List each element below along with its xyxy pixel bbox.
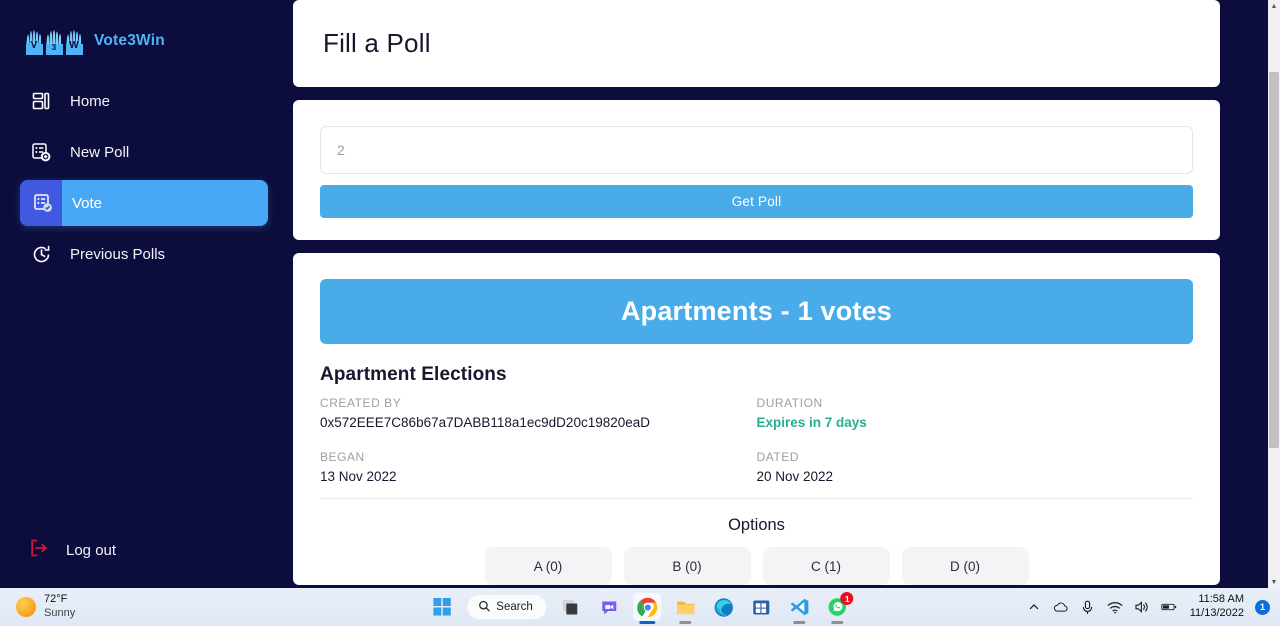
running-indicator xyxy=(831,621,844,624)
sidebar-item-label: Vote xyxy=(72,194,103,212)
brand-name: Vote3Win xyxy=(94,32,165,49)
running-indicator xyxy=(679,621,692,624)
meta-value: 13 Nov 2022 xyxy=(320,469,397,484)
running-indicator xyxy=(793,621,806,624)
task-view-icon[interactable] xyxy=(558,593,586,621)
taskbar-apps: Search 1 xyxy=(428,592,854,624)
page-scrollbar[interactable]: ▲ ▼ xyxy=(1268,0,1280,588)
brand: V 3 W Vote3Win xyxy=(0,0,290,60)
meta-began: BEGAN 13 Nov 2022 xyxy=(320,450,757,484)
get-poll-card: Get Poll xyxy=(293,100,1220,240)
chat-icon[interactable] xyxy=(596,593,624,621)
meta-label: DATED xyxy=(756,450,800,464)
microphone-icon[interactable] xyxy=(1080,599,1096,615)
svg-text:W: W xyxy=(69,40,79,51)
taskbar-search-label: Search xyxy=(496,601,533,613)
desktop-screen: V 3 W Vote3Win Home New Poll Vote Previo… xyxy=(0,0,1280,626)
option-button-b[interactable]: B (0) xyxy=(623,547,751,585)
wifi-icon[interactable] xyxy=(1107,599,1123,615)
meta-value: 20 Nov 2022 xyxy=(756,469,834,484)
meta-duration: DURATION Expires in 7 days xyxy=(757,396,1194,430)
sidebar-nav: Home New Poll Vote Previous Polls xyxy=(0,78,290,277)
sun-icon xyxy=(16,597,36,617)
dashboard-icon xyxy=(28,88,54,114)
meta-label: BEGAN xyxy=(320,450,365,464)
taskbar-clock[interactable]: 11:58 AM 11/13/2022 xyxy=(1190,593,1244,621)
meta-dated: DATED 20 Nov 2022 xyxy=(757,450,1194,484)
battery-icon[interactable] xyxy=(1161,599,1177,615)
option-button-c[interactable]: C (1) xyxy=(762,547,890,585)
vscode-icon[interactable] xyxy=(786,593,814,624)
sidebar-item-vote[interactable]: Vote xyxy=(20,180,268,226)
system-tray: 11:58 AM 11/13/2022 1 xyxy=(1026,588,1280,626)
vote3win-logo-icon: V 3 W xyxy=(24,26,86,56)
form-plus-icon xyxy=(28,139,54,165)
main-content: Fill a Poll Get Poll Apartments - 1 vote… xyxy=(290,0,1268,588)
sidebar: V 3 W Vote3Win Home New Poll Vote Previo… xyxy=(0,0,290,588)
running-indicator xyxy=(639,621,656,624)
get-poll-button[interactable]: Get Poll xyxy=(320,185,1193,218)
page-header-card: Fill a Poll xyxy=(293,0,1220,87)
option-button-d[interactable]: D (0) xyxy=(901,547,1029,585)
clock-history-icon xyxy=(28,241,54,267)
sidebar-item-label: Previous Polls xyxy=(70,245,166,263)
edge-icon[interactable] xyxy=(710,593,738,621)
start-icon[interactable] xyxy=(428,593,456,621)
file-explorer-icon[interactable] xyxy=(672,593,700,624)
form-check-icon xyxy=(30,190,56,216)
svg-text:3: 3 xyxy=(52,43,57,52)
scroll-up-arrow-icon[interactable]: ▲ xyxy=(1268,0,1280,12)
clock-time: 11:58 AM xyxy=(1198,593,1244,606)
microsoft-store-icon[interactable] xyxy=(748,593,776,621)
meta-created-by: CREATED BY 0x572EEE7C86b67a7DABB118a1ec9… xyxy=(320,396,757,430)
poll-meta-grid: CREATED BY 0x572EEE7C86b67a7DABB118a1ec9… xyxy=(320,396,1193,499)
weather-text: 72°F Sunny xyxy=(44,593,75,621)
poll-details-card: Apartments - 1 votes Apartment Elections… xyxy=(293,253,1220,585)
sidebar-item-home[interactable]: Home xyxy=(20,78,268,124)
chrome-icon[interactable] xyxy=(633,593,662,624)
options-row: A (0) B (0) C (1) D (0) xyxy=(320,547,1193,585)
notification-badge[interactable]: 1 xyxy=(1255,599,1270,615)
option-button-a[interactable]: A (0) xyxy=(484,547,612,585)
weather-temperature: 72°F xyxy=(44,593,68,606)
taskbar-weather-widget[interactable]: 72°F Sunny xyxy=(0,593,200,621)
whatsapp-icon[interactable]: 1 xyxy=(824,592,854,624)
poll-banner: Apartments - 1 votes xyxy=(320,279,1193,344)
chevron-up-icon[interactable] xyxy=(1026,599,1042,615)
options-title: Options xyxy=(728,516,785,534)
sidebar-item-label: New Poll xyxy=(70,143,130,161)
search-icon xyxy=(478,600,490,615)
meta-label: DURATION xyxy=(756,396,823,410)
onedrive-icon[interactable] xyxy=(1053,599,1069,615)
poll-id-input[interactable] xyxy=(320,126,1193,174)
taskbar-search-box[interactable]: Search xyxy=(466,594,548,620)
whatsapp-badge: 1 xyxy=(840,592,854,605)
meta-value: Expires in 7 days xyxy=(756,415,867,430)
weather-condition: Sunny xyxy=(44,607,76,619)
speaker-icon[interactable] xyxy=(1134,599,1150,615)
clock-date: 11/13/2022 xyxy=(1189,607,1244,619)
windows-taskbar: 72°F Sunny Search 1 11:58 AM 11/13/2022 … xyxy=(0,588,1280,626)
logout-button[interactable]: Log out xyxy=(20,528,116,572)
sidebar-item-label: Home xyxy=(70,92,111,110)
sidebar-item-new-poll[interactable]: New Poll xyxy=(20,129,268,175)
poll-name: Apartment Elections xyxy=(320,364,507,385)
meta-value: 0x572EEE7C86b67a7DABB118a1ec9dD20c19820e… xyxy=(320,415,651,430)
sidebar-item-previous-polls[interactable]: Previous Polls xyxy=(20,231,268,277)
svg-text:V: V xyxy=(31,40,38,51)
meta-label: CREATED BY xyxy=(320,396,402,410)
scroll-down-arrow-icon[interactable]: ▼ xyxy=(1268,576,1280,588)
logout-label: Log out xyxy=(66,541,117,559)
logout-icon xyxy=(28,537,50,564)
page-title: Fill a Poll xyxy=(323,28,431,58)
scrollbar-thumb[interactable] xyxy=(1269,72,1279,448)
